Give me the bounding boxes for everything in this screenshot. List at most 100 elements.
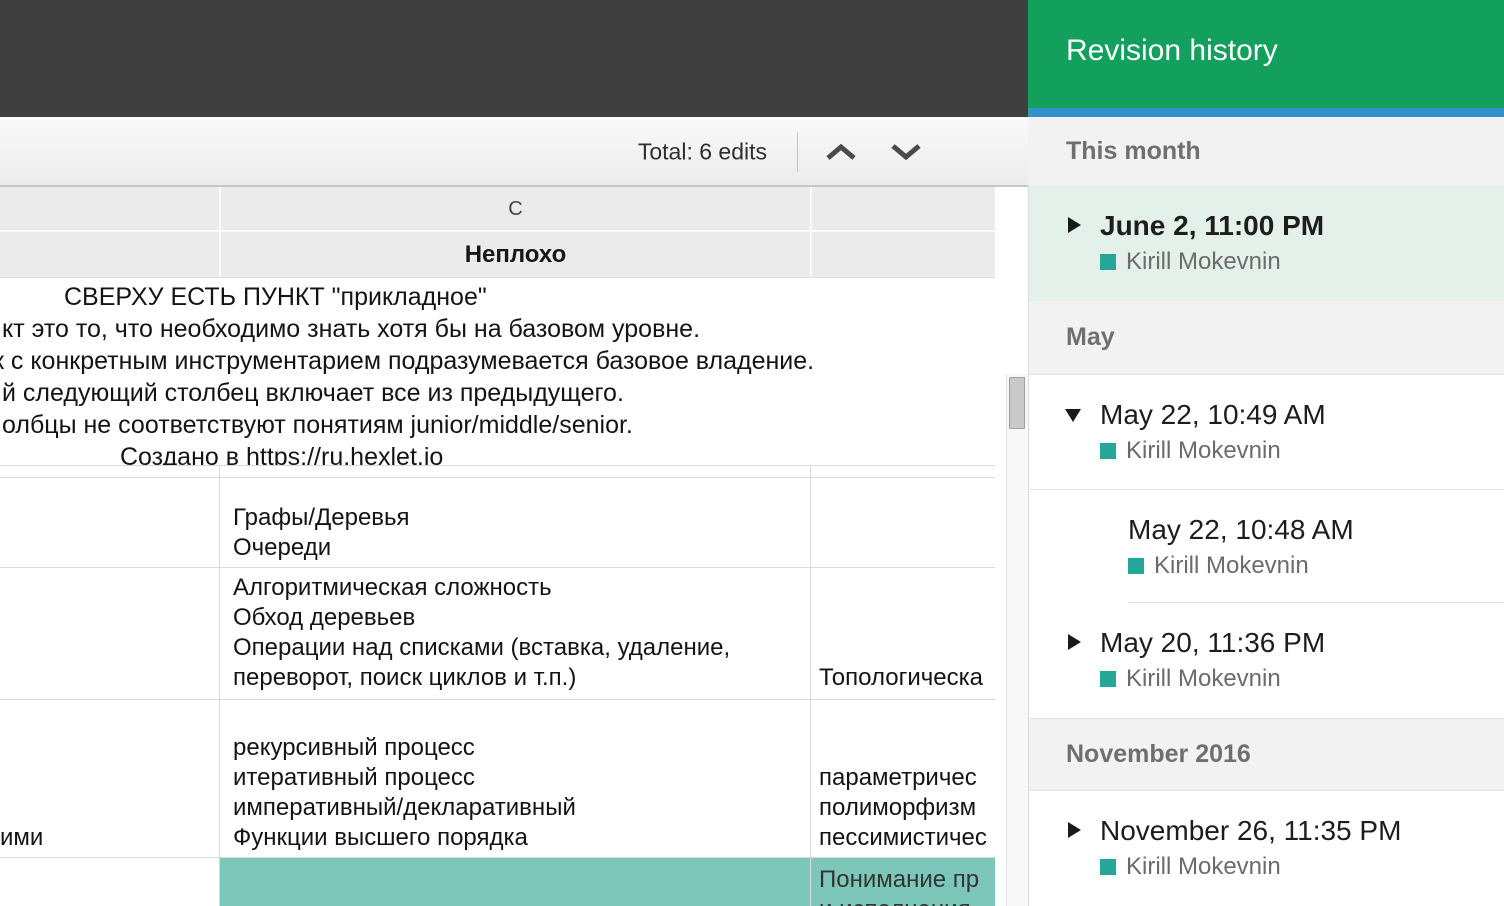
column-header-a (0, 187, 219, 230)
cell-line: Очереди (233, 533, 810, 563)
cell (810, 478, 995, 567)
panel-header: Revision history (1028, 0, 1504, 108)
section-header-november-2016: November 2016 (1028, 718, 1504, 791)
revision-subentry-may-22-1048[interactable]: May 22, 10:48 AM Kirill Mokevnin (1028, 490, 1504, 603)
cell (0, 478, 219, 567)
cell-highlighted: Понимание пр и исполнения (810, 858, 995, 906)
revision-date[interactable]: November 26, 11:35 PM (1100, 814, 1401, 848)
cell (0, 858, 219, 906)
cell-line: пессимистичес (819, 823, 995, 853)
table-row (0, 466, 995, 478)
cell-line: итеративный процесс (233, 763, 810, 793)
column-header-row: C (0, 187, 995, 232)
note-line: к с конкретным инструментарием подразуме… (0, 346, 814, 376)
cell-line: Топологическа (819, 663, 995, 693)
cell-line: Операции над списками (вставка, удаление… (233, 633, 810, 663)
section-header-this-month: This month (1028, 117, 1504, 186)
revision-author-row: Kirill Mokevnin (1100, 248, 1281, 276)
cell (219, 466, 810, 477)
author-name: Kirill Mokevnin (1126, 853, 1281, 881)
note-line: кт это то, что необходимо знать хотя бы … (2, 314, 700, 344)
cell: Топологическа (810, 568, 995, 699)
expand-right-icon[interactable] (1068, 822, 1081, 838)
cell-line: Графы/Деревья (233, 503, 810, 533)
cell (0, 466, 219, 477)
cell (0, 232, 219, 277)
sheet-region: Total: 6 edits C Неплохо (0, 0, 1028, 906)
cell-neplokho: Неплохо (219, 232, 810, 277)
revision-history-screen: Total: 6 edits C Неплохо (0, 0, 1504, 906)
chevron-down-icon (890, 143, 922, 161)
revision-entry-june-2[interactable]: June 2, 11:00 PM Kirill Mokevnin (1028, 186, 1504, 301)
sheet-scrollbar[interactable] (1006, 374, 1028, 906)
cell-line: Понимание пр (819, 865, 995, 895)
column-header-d (810, 187, 995, 230)
author-color-swatch (1100, 671, 1116, 687)
cell (0, 568, 219, 699)
author-color-swatch (1128, 558, 1144, 574)
expand-right-icon[interactable] (1068, 634, 1081, 650)
cell-line: Функции высшего порядка (233, 823, 810, 853)
cell: Алгоритмическая сложность Обход деревьев… (219, 568, 810, 699)
merged-note-block: СВЕРХУ ЕСТЬ ПУНКТ "прикладное" кт это то… (0, 278, 995, 466)
author-color-swatch (1100, 254, 1116, 270)
cell-line: рекурсивный процесс (233, 733, 810, 763)
revision-date[interactable]: May 20, 11:36 PM (1100, 626, 1325, 660)
sheet-scrollbar-thumb[interactable] (1009, 377, 1025, 429)
revision-entry-may-20[interactable]: May 20, 11:36 PM Kirill Mokevnin (1028, 603, 1504, 718)
cell-line: параметричес (819, 763, 995, 793)
expand-right-icon[interactable] (1068, 217, 1081, 233)
next-edit-button[interactable] (875, 128, 937, 176)
revision-entry-november-26[interactable]: November 26, 11:35 PM Kirill Mokevnin (1028, 791, 1504, 906)
author-name: Kirill Mokevnin (1126, 248, 1281, 276)
author-name: Kirill Mokevnin (1154, 552, 1309, 580)
spreadsheet-grid: C Неплохо СВЕРХУ ЕСТЬ ПУНКТ "прикладное"… (0, 187, 1028, 906)
revision-entry-may-22-1049[interactable]: May 22, 10:49 AM Kirill Mokevnin (1028, 375, 1504, 490)
column-header-c: C (219, 187, 810, 230)
cell-line: переворот, поиск циклов и т.п.) (233, 663, 810, 693)
revision-history-panel: Revision history This month June 2, 11:0… (1028, 0, 1504, 906)
cell: параметричес полиморфизм пессимистичес (810, 700, 995, 857)
chevron-up-icon (825, 143, 857, 161)
cell: Графы/Деревья Очереди (219, 478, 810, 567)
cell-highlighted (219, 858, 810, 906)
revision-date[interactable]: May 22, 10:49 AM (1100, 398, 1326, 432)
table-row: Алгоритмическая сложность Обход деревьев… (0, 568, 995, 700)
revision-date[interactable]: May 22, 10:48 AM (1128, 513, 1354, 547)
revision-author-row: Kirill Mokevnin (1128, 552, 1309, 580)
cell-line: императивный/декларативный (233, 793, 810, 823)
cell: рекурсивный процесс итеративный процесс … (219, 700, 810, 857)
table-row: Графы/Деревья Очереди (0, 478, 995, 568)
cell-line: и исполнения (819, 895, 995, 906)
cell (810, 232, 995, 277)
cell-line: Обход деревьев (233, 603, 810, 633)
collapse-down-icon[interactable] (1065, 409, 1081, 422)
note-line: Создано в https://ru.hexlet.io (120, 442, 443, 466)
revision-date[interactable]: June 2, 11:00 PM (1100, 209, 1324, 243)
revision-author-row: Kirill Mokevnin (1100, 665, 1281, 693)
app-topbar (0, 0, 1028, 117)
author-color-swatch (1100, 859, 1116, 875)
diff-navigation-toolbar: Total: 6 edits (0, 117, 1028, 187)
author-name: Kirill Mokevnin (1126, 665, 1281, 693)
table-row: ими рекурсивный процесс итеративный проц… (0, 700, 995, 858)
accent-bar-horizontal (1028, 108, 1504, 117)
previous-edit-button[interactable] (810, 128, 872, 176)
section-header-may: May (1028, 301, 1504, 375)
cell-line: Алгоритмическая сложность (233, 573, 810, 603)
total-edits-label: Total: 6 edits (638, 139, 767, 166)
note-line: й следующий столбец включает все из пред… (2, 378, 624, 408)
note-line: олбцы не соответствуют понятиям junior/m… (2, 410, 633, 440)
note-line: СВЕРХУ ЕСТЬ ПУНКТ "прикладное" (64, 282, 487, 312)
author-color-swatch (1100, 443, 1116, 459)
revision-author-row: Kirill Mokevnin (1100, 853, 1281, 881)
cell (810, 466, 995, 477)
cell-line: ими (0, 823, 219, 853)
table-row-highlighted: Понимание пр и исполнения (0, 858, 995, 906)
sheet-title-row: Неплохо (0, 232, 995, 278)
cell: ими (0, 700, 219, 857)
cell-line: полиморфизм (819, 793, 995, 823)
panel-title: Revision history (1028, 0, 1504, 68)
toolbar-divider (797, 132, 798, 172)
revision-author-row: Kirill Mokevnin (1100, 437, 1281, 465)
